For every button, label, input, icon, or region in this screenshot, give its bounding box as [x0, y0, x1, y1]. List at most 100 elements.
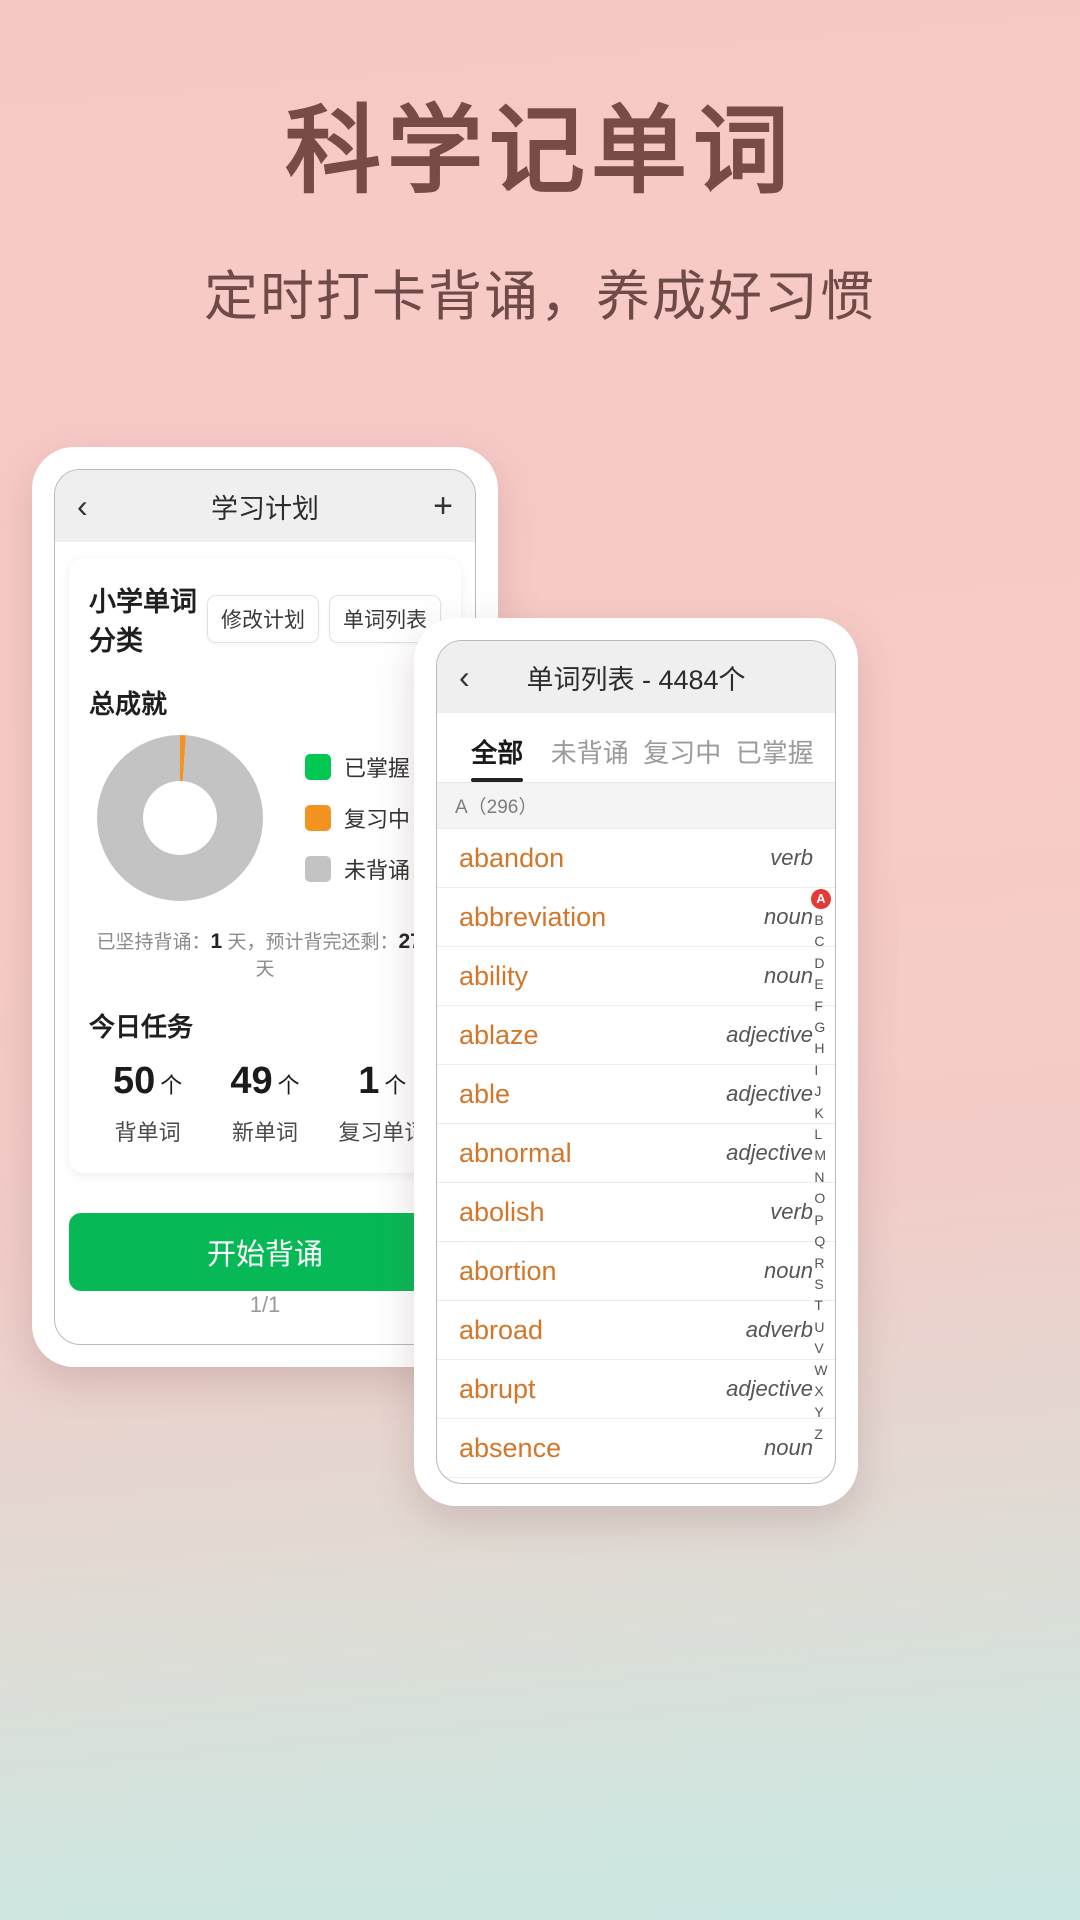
index-letter[interactable]: F	[814, 996, 827, 1017]
word-pos: noun	[764, 904, 813, 929]
index-letter[interactable]: U	[814, 1317, 827, 1338]
index-letter[interactable]: C	[814, 931, 827, 952]
word-row[interactable]: abbreviation noun	[437, 888, 835, 947]
task-value: 50 个	[89, 1060, 206, 1103]
tab-unlearned[interactable]: 未背诵	[544, 733, 637, 782]
word-row[interactable]: able adjective	[437, 1065, 835, 1124]
word-row[interactable]: abrupt adjective	[437, 1360, 835, 1419]
word-row[interactable]: abnormal adjective	[437, 1124, 835, 1183]
index-letter[interactable]: G	[814, 1017, 827, 1038]
alphabet-index-rail[interactable]: A BCDEFGHIJKLMNOPQRSTUVWXYZ	[811, 889, 831, 1445]
start-recite-button[interactable]: 开始背诵	[69, 1213, 461, 1291]
index-letter[interactable]: K	[814, 1103, 827, 1124]
word-text: ablaze	[459, 1019, 539, 1050]
persist-middle: 天，预计背完还剩：	[222, 932, 399, 953]
index-letter[interactable]: P	[814, 1210, 827, 1231]
back-chevron-icon[interactable]: ‹	[77, 490, 88, 522]
word-text: abrupt	[459, 1373, 536, 1404]
task-number: 50	[113, 1060, 156, 1102]
today-task-row: 50 个 背单词 49 个 新单词 1个 复习单词	[89, 1060, 441, 1147]
task-review-total: 50 个 背单词	[89, 1060, 206, 1147]
index-letter[interactable]: S	[814, 1274, 827, 1295]
achievement-chart-row: 已掌握： 0 复习中： 50 未背诵： 4434	[89, 735, 475, 901]
word-row[interactable]: absentadjective	[437, 1478, 835, 1483]
index-letter[interactable]: B	[814, 910, 827, 931]
study-plan-navbar: ‹ 学习计划 +	[55, 470, 475, 542]
word-row[interactable]: abroad adverb	[437, 1301, 835, 1360]
index-letter[interactable]: L	[814, 1124, 827, 1145]
today-task-title: 今日任务	[89, 1012, 194, 1042]
word-text: abandon	[459, 842, 565, 873]
index-letter[interactable]: T	[814, 1295, 827, 1316]
tab-mastered[interactable]: 已掌握	[729, 733, 822, 782]
task-label: 新单词	[231, 1120, 298, 1145]
index-letter[interactable]: M	[814, 1145, 827, 1166]
index-letters[interactable]: BCDEFGHIJKLMNOPQRSTUVWXYZ	[814, 910, 827, 1445]
study-plan-card: 小学单词分类 修改计划 单词列表 总成就 已掌握： 0	[69, 558, 475, 1173]
page-subtitle: 定时打卡背诵，养成好习惯	[204, 267, 876, 327]
page-indicator: 1/1	[249, 1292, 281, 1317]
word-text: abbreviation	[459, 901, 607, 932]
index-letter[interactable]: O	[814, 1188, 827, 1209]
index-letter[interactable]: E	[814, 974, 827, 995]
index-letter[interactable]: Y	[814, 1402, 827, 1423]
word-pos: adjective	[726, 1022, 813, 1047]
task-number: 1	[358, 1060, 380, 1102]
word-pos: adjective	[726, 1081, 813, 1106]
task-value: 49 个	[206, 1060, 323, 1103]
index-letter[interactable]: J	[814, 1081, 827, 1102]
achievement-title: 总成就	[89, 689, 168, 719]
plan-actions: 修改计划 单词列表	[207, 595, 441, 643]
index-letter[interactable]: R	[814, 1253, 827, 1274]
word-pos: adjective	[726, 1376, 813, 1401]
achievement-donut-chart	[97, 735, 263, 901]
word-list-tabs: 全部 未背诵 复习中 已掌握	[437, 713, 835, 783]
word-list: abandon verb abbreviation noun ability noun ab…	[437, 829, 835, 1483]
task-label: 背单词	[114, 1120, 181, 1145]
index-letter[interactable]: N	[814, 1167, 827, 1188]
word-text: abortion	[459, 1255, 557, 1286]
study-plan-title: 学习计划	[211, 493, 319, 524]
edit-plan-button[interactable]: 修改计划	[207, 595, 319, 643]
persist-suffix: 天	[255, 959, 275, 980]
phone-mockup-word-list: ‹ 单词列表 - 4484个 全部 未背诵 复习中 已掌握 A（296） aba…	[414, 618, 858, 1506]
word-text: abolish	[459, 1196, 545, 1227]
index-current-letter[interactable]: A	[811, 889, 831, 909]
word-row[interactable]: abandon verb	[437, 829, 835, 888]
index-letter[interactable]: W	[814, 1360, 827, 1381]
word-pos: verb	[770, 845, 813, 870]
word-list-title: 单词列表 - 4484个	[526, 664, 746, 695]
word-row[interactable]: ablaze adjective	[437, 1006, 835, 1065]
tab-all[interactable]: 全部	[451, 733, 544, 782]
plan-header: 小学单词分类 修改计划 单词列表	[89, 580, 441, 658]
plus-icon[interactable]: +	[433, 487, 453, 526]
word-text: abroad	[459, 1314, 544, 1345]
plan-name: 小学单词分类	[89, 587, 197, 656]
index-letter[interactable]: Z	[814, 1424, 827, 1445]
persist-days: 1	[210, 930, 223, 953]
word-row[interactable]: abolish verb	[437, 1183, 835, 1242]
index-letter[interactable]: Q	[814, 1231, 827, 1252]
word-row[interactable]: abortion noun	[437, 1242, 835, 1301]
word-pos: noun	[764, 1258, 813, 1283]
tab-reviewing[interactable]: 复习中	[636, 733, 729, 782]
index-letter[interactable]: D	[814, 953, 827, 974]
word-pos: adjective	[726, 1140, 813, 1165]
word-list-screen: ‹ 单词列表 - 4484个 全部 未背诵 复习中 已掌握 A（296） aba…	[436, 640, 836, 1484]
page-title: 科学记单词	[285, 98, 795, 205]
index-letter[interactable]: I	[814, 1060, 827, 1081]
word-text: able	[459, 1078, 511, 1109]
word-text: abnormal	[459, 1137, 572, 1168]
index-letter[interactable]: H	[814, 1038, 827, 1059]
group-header-a: A（296）	[437, 783, 835, 829]
persistence-text: 已坚持背诵：1 天，预计背完还剩：270 天	[89, 927, 441, 981]
task-unit: 个	[384, 1073, 407, 1098]
word-pos: noun	[764, 1435, 813, 1460]
index-letter[interactable]: X	[814, 1381, 827, 1402]
word-row[interactable]: ability noun	[437, 947, 835, 1006]
word-text: ability	[459, 960, 529, 991]
word-row[interactable]: absence noun	[437, 1419, 835, 1478]
index-letter[interactable]: V	[814, 1338, 827, 1359]
persist-prefix: 已坚持背诵：	[96, 932, 211, 953]
back-chevron-icon[interactable]: ‹	[459, 661, 470, 693]
